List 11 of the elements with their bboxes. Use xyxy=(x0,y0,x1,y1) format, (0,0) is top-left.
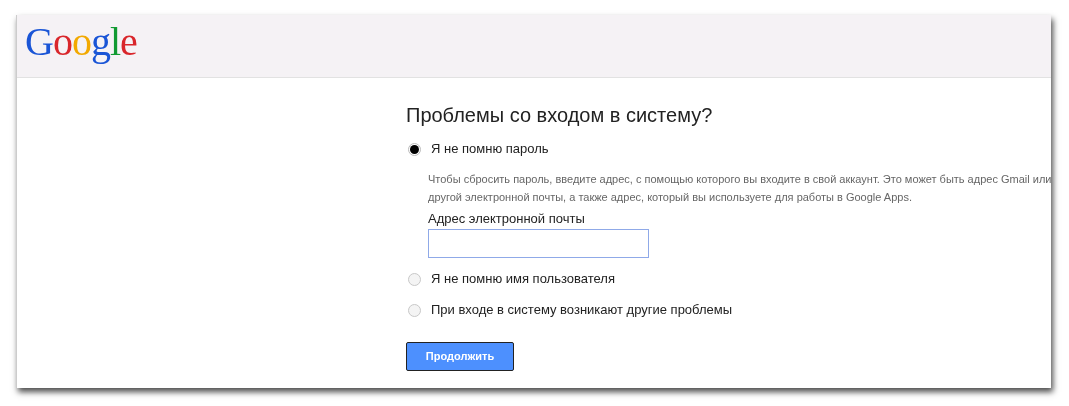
page-title: Проблемы со входом в систему? xyxy=(406,103,714,128)
radio-button[interactable] xyxy=(408,272,421,286)
field-label: Адрес электронной почты xyxy=(428,210,586,228)
radio-button[interactable] xyxy=(408,142,421,156)
google-logo[interactable]: Google xyxy=(25,20,137,64)
help-text: Чтобы сбросить пароль, введите адрес, с помощью которого вы входите в свой аккаунт. Это может быть адрес Gmail или другой электронной почты, а также адрес, который вы используете для работы в Google Apps. xyxy=(428,172,1053,205)
radio-button[interactable] xyxy=(408,303,421,317)
option-label[interactable]: При входе в систему возникают другие проблемы xyxy=(431,300,733,320)
email-field[interactable] xyxy=(428,229,649,258)
option-label[interactable]: Я не помню пароль xyxy=(431,139,549,159)
option-label[interactable]: Я не помню имя пользователя xyxy=(431,269,615,289)
